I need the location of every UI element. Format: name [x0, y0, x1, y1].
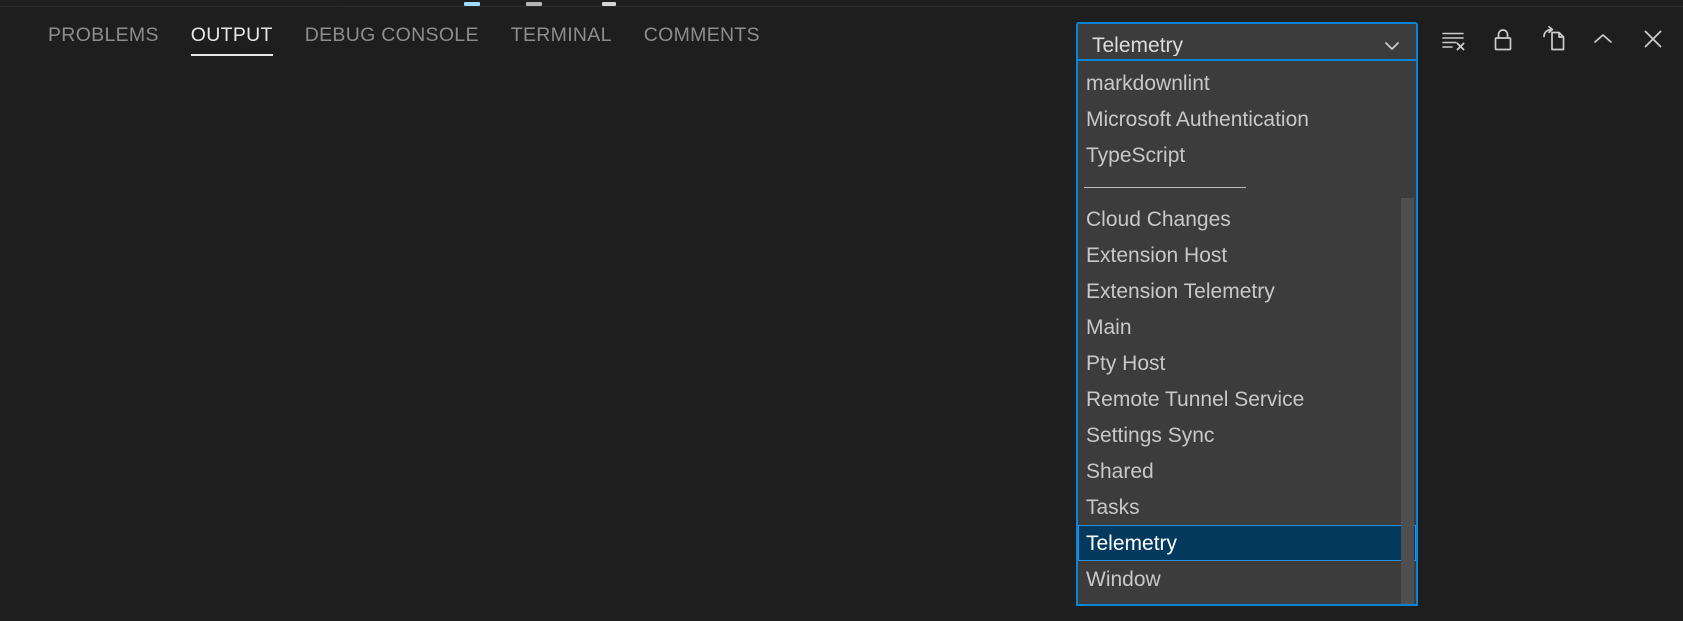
tab-output[interactable]: OUTPUT [175, 7, 289, 70]
dropdown-option-list: markdownlint Microsoft Authentication Ty… [1078, 61, 1416, 597]
clear-output-icon [1439, 25, 1467, 53]
clear-output-button[interactable] [1428, 17, 1478, 61]
chevron-down-icon [1382, 36, 1402, 56]
tab-output-label: OUTPUT [190, 23, 273, 46]
dropdown-option-telemetry[interactable]: Telemetry [1078, 525, 1416, 561]
dropdown-option-cloud-changes[interactable]: Cloud Changes [1078, 201, 1416, 237]
open-in-editor-button[interactable] [1528, 17, 1578, 61]
open-in-editor-icon [1539, 25, 1567, 53]
dropdown-option-remote-tunnel-service[interactable]: Remote Tunnel Service [1078, 381, 1416, 417]
tab-comments-label: COMMENTS [643, 23, 760, 46]
output-channel-select-value: Telemetry [1092, 35, 1184, 56]
dropdown-option-extension-telemetry[interactable]: Extension Telemetry [1078, 273, 1416, 309]
panel-toolbar [1428, 17, 1678, 61]
tab-terminal[interactable]: TERMINAL [495, 7, 628, 70]
vscode-panel-screen: PROBLEMS OUTPUT DEBUG CONSOLE TERMINAL C… [0, 0, 1683, 621]
lock-icon [1489, 25, 1517, 53]
dropdown-option-markdownlint[interactable]: markdownlint [1078, 65, 1416, 101]
tab-debug-console[interactable]: DEBUG CONSOLE [289, 7, 495, 70]
bottom-panel: PROBLEMS OUTPUT DEBUG CONSOLE TERMINAL C… [0, 7, 1683, 621]
dropdown-option-microsoft-authentication[interactable]: Microsoft Authentication [1078, 101, 1416, 137]
dropdown-option-settings-sync[interactable]: Settings Sync [1078, 417, 1416, 453]
dropdown-group-separator [1084, 187, 1246, 188]
dropdown-scrollbar-thumb[interactable] [1401, 198, 1414, 604]
dropdown-option-window[interactable]: Window [1078, 561, 1416, 597]
chevron-up-icon [1589, 25, 1617, 53]
tab-output-active-underline [190, 54, 273, 56]
tab-comments[interactable]: COMMENTS [628, 7, 776, 70]
dropdown-scrollbar[interactable] [1401, 61, 1414, 604]
dropdown-option-extension-host[interactable]: Extension Host [1078, 237, 1416, 273]
close-panel-button[interactable] [1628, 17, 1678, 61]
dropdown-option-pty-host[interactable]: Pty Host [1078, 345, 1416, 381]
hide-panel-button[interactable] [1578, 17, 1628, 61]
dropdown-option-typescript[interactable]: TypeScript [1078, 137, 1416, 173]
tab-debug-console-label: DEBUG CONSOLE [304, 23, 479, 46]
dropdown-option-tasks[interactable]: Tasks [1078, 489, 1416, 525]
dropdown-option-shared[interactable]: Shared [1078, 453, 1416, 489]
tab-terminal-label: TERMINAL [510, 23, 612, 46]
dropdown-option-main[interactable]: Main [1078, 309, 1416, 345]
auto-scroll-lock-button[interactable] [1478, 17, 1528, 61]
tab-problems[interactable]: PROBLEMS [32, 7, 175, 70]
output-channel-dropdown[interactable]: markdownlint Microsoft Authentication Ty… [1076, 59, 1418, 606]
panel-titlebar: PROBLEMS OUTPUT DEBUG CONSOLE TERMINAL C… [0, 7, 1683, 70]
close-icon [1639, 25, 1667, 53]
output-body [0, 70, 1683, 621]
panel-tab-list: PROBLEMS OUTPUT DEBUG CONSOLE TERMINAL C… [32, 7, 776, 70]
tab-problems-label: PROBLEMS [48, 23, 159, 46]
